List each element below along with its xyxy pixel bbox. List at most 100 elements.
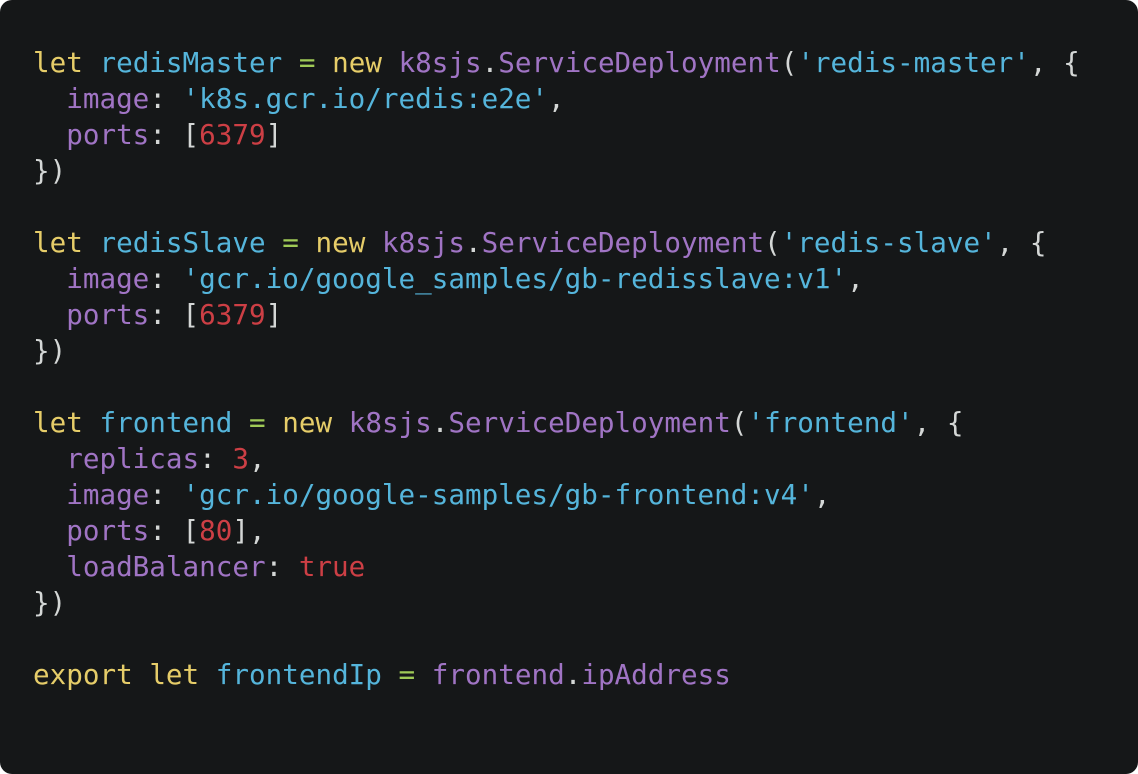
code-token-punctuation: . [481, 46, 499, 79]
code-token-punctuation [415, 658, 432, 691]
code-token-string: 'gcr.io/google_samples/gb-redisslave:v1' [182, 262, 848, 295]
code-token-keyword: new [315, 226, 366, 259]
code-token-operator: = [249, 406, 266, 439]
code-token-punctuation: , { [913, 406, 964, 439]
code-token-string: 'k8s.gcr.io/redis:e2e' [182, 82, 549, 115]
code-token-punctuation [299, 226, 316, 259]
code-token-namespace: ServiceDeployment [498, 46, 781, 79]
code-token-punctuation: ], [232, 514, 266, 547]
code-token-punctuation: }) [33, 154, 67, 187]
code-token-punctuation [33, 262, 66, 295]
code-token-punctuation [33, 118, 66, 151]
code-line: image: 'gcr.io/google_samples/gb-redissl… [33, 261, 1080, 297]
code-token-number: 80 [199, 514, 233, 547]
code-token-keyword: let [33, 406, 83, 439]
code-token-punctuation [83, 406, 100, 439]
code-line: ports: [6379] [33, 117, 1080, 153]
code-token-punctuation [282, 46, 299, 79]
code-line: }) [33, 153, 1080, 189]
code-token-variable: redisMaster [99, 46, 283, 79]
code-token-keyword: export [33, 658, 133, 691]
code-token-punctuation: . [465, 226, 482, 259]
code-token-string: 'gcr.io/google-samples/gb-frontend:v4' [182, 478, 814, 511]
code-token-punctuation: , { [1029, 46, 1080, 79]
code-token-punctuation [266, 406, 283, 439]
code-token-number: 3 [232, 442, 249, 475]
code-token-namespace: k8sjs [348, 406, 432, 439]
code-token-punctuation [33, 514, 66, 547]
code-token-string: 'redis-master' [797, 46, 1030, 79]
code-token-property: ports [66, 514, 150, 547]
code-token-property: ports [66, 298, 150, 331]
code-block[interactable]: let redisMaster = new k8sjs.ServiceDeplo… [33, 45, 1080, 693]
code-token-punctuation [33, 82, 66, 115]
code-token-namespace: ServiceDeployment [448, 406, 731, 439]
code-token-punctuation: ( [780, 46, 798, 79]
code-token-string: 'frontend' [747, 406, 914, 439]
code-token-punctuation: ( [730, 406, 748, 439]
code-token-punctuation: , [548, 82, 565, 115]
code-line: loadBalancer: true [33, 549, 1080, 585]
code-token-number: 6379 [199, 298, 266, 331]
code-token-punctuation [199, 658, 216, 691]
code-line: let frontend = new k8sjs.ServiceDeployme… [33, 405, 1080, 441]
code-token-variable: frontendIp [215, 658, 382, 691]
code-token-punctuation: , [249, 442, 266, 475]
code-token-punctuation [33, 442, 66, 475]
code-line: let redisMaster = new k8sjs.ServiceDeplo… [33, 45, 1080, 81]
code-token-keyword: let [33, 46, 83, 79]
code-token-punctuation [315, 46, 332, 79]
code-token-punctuation: ] [265, 298, 283, 331]
code-token-property: ports [66, 118, 150, 151]
code-token-punctuation: ] [265, 118, 283, 151]
code-token-property: loadBalancer [66, 550, 266, 583]
code-token-namespace: frontend [431, 658, 565, 691]
code-token-punctuation [332, 406, 349, 439]
code-token-punctuation: : [149, 262, 183, 295]
code-token-punctuation: : [ [149, 118, 200, 151]
code-token-variable: redisSlave [99, 226, 266, 259]
code-line: export let frontendIp = frontend.ipAddre… [33, 657, 1080, 693]
code-token-variable: frontend [99, 406, 233, 439]
code-token-namespace: k8sjs [381, 226, 466, 259]
code-line: let redisSlave = new k8sjs.ServiceDeploy… [33, 225, 1080, 261]
code-token-operator: = [282, 226, 299, 259]
code-token-keyword: let [149, 658, 200, 691]
code-token-operator: = [298, 46, 316, 79]
code-token-punctuation: , { [996, 226, 1047, 259]
code-token-keyword: new [282, 406, 333, 439]
code-token-keyword: new [332, 46, 382, 79]
code-token-punctuation: : [149, 478, 183, 511]
code-window: let redisMaster = new k8sjs.ServiceDeplo… [0, 0, 1138, 774]
code-line: ports: [80], [33, 513, 1080, 549]
code-token-property: image [66, 82, 150, 115]
code-token-punctuation: , [847, 262, 864, 295]
code-line: image: 'k8s.gcr.io/redis:e2e', [33, 81, 1080, 117]
code-token-punctuation [133, 658, 150, 691]
code-token-namespace: ServiceDeployment [481, 226, 765, 259]
code-line: image: 'gcr.io/google-samples/gb-fronten… [33, 477, 1080, 513]
code-token-punctuation [83, 46, 100, 79]
code-line: }) [33, 585, 1080, 621]
code-line: replicas: 3, [33, 441, 1080, 477]
code-token-punctuation: : [149, 82, 183, 115]
code-token-punctuation: : [ [149, 298, 200, 331]
code-token-punctuation: }) [33, 586, 67, 619]
code-token-punctuation [33, 478, 66, 511]
code-token-operator: = [398, 658, 416, 691]
code-token-punctuation [232, 406, 249, 439]
code-line: }) [33, 333, 1080, 369]
code-token-punctuation [382, 658, 399, 691]
code-token-punctuation [83, 226, 100, 259]
code-token-punctuation: : [ [149, 514, 200, 547]
code-token-number: 6379 [199, 118, 266, 151]
code-token-punctuation [382, 46, 399, 79]
code-token-punctuation: : [265, 550, 299, 583]
code-token-namespace: k8sjs [398, 46, 482, 79]
code-token-punctuation: : [199, 442, 233, 475]
code-token-property: image [66, 478, 150, 511]
code-token-punctuation [365, 226, 382, 259]
code-token-punctuation [33, 298, 66, 331]
